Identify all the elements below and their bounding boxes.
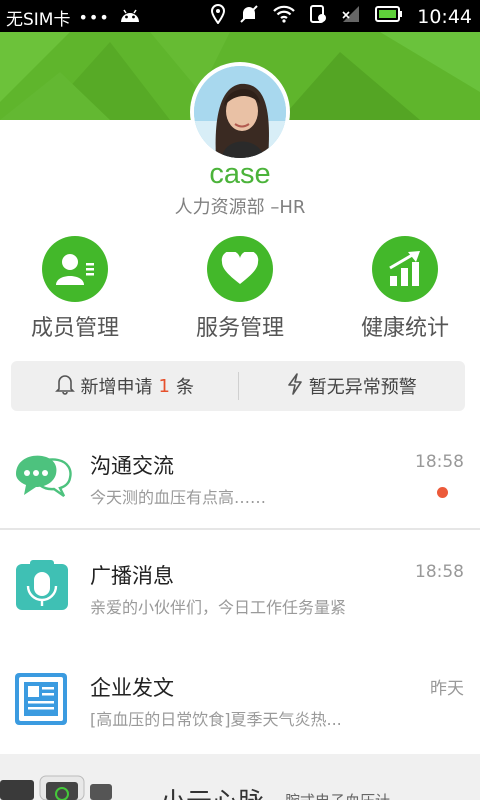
message-time: 18:58	[415, 452, 464, 472]
document-icon	[14, 672, 72, 726]
lightning-icon	[287, 372, 303, 400]
message-preview: 亲爱的小伙伴们，今日工作任务量紧	[90, 598, 347, 617]
notice-bar: 新增申请 1 条 暂无异常预警	[11, 361, 465, 411]
clock: 10:44	[417, 5, 472, 28]
android-icon	[118, 6, 142, 29]
message-time: 昨天	[430, 679, 464, 699]
member-management-button[interactable]: 成员管理	[0, 236, 150, 342]
message-title: 企业发文	[90, 676, 174, 700]
battery-icon	[375, 6, 403, 27]
sim-status-icon	[309, 4, 327, 29]
wifi-icon	[273, 5, 296, 28]
health-statistics-button[interactable]: 健康统计	[330, 236, 480, 342]
message-time: 18:58	[415, 562, 464, 582]
carrier-label: 无SIM卡	[6, 10, 71, 30]
new-request-count: 1	[158, 375, 170, 397]
notification-dots: •••	[78, 8, 110, 27]
message-title: 沟通交流	[90, 454, 174, 478]
chart-up-icon	[372, 236, 438, 302]
profile-name: case	[209, 158, 271, 190]
message-title: 广播消息	[90, 564, 174, 588]
new-request-notice[interactable]: 新增申请 1 条	[11, 373, 238, 400]
warning-text: 暂无异常预警	[308, 377, 417, 398]
health-statistics-label: 健康统计	[360, 316, 449, 341]
warning-notice[interactable]: 暂无异常预警	[239, 372, 466, 400]
banner-title: 小云心脉	[160, 782, 264, 800]
message-item-chat[interactable]: 沟通交流 18:58 今天测的血压有点高……	[0, 420, 480, 530]
location-icon	[211, 3, 226, 29]
member-icon	[42, 236, 108, 302]
status-bar: 无SIM卡 ••• 10:44	[0, 0, 480, 32]
list-divider	[0, 528, 480, 530]
message-preview: 今天测的血压有点高……	[90, 488, 267, 507]
new-request-suffix: 条	[175, 377, 194, 398]
banner-device-image	[0, 754, 120, 800]
new-request-prefix: 新增申请	[80, 377, 153, 398]
profile-department: 人力资源部 –HR	[174, 197, 306, 218]
service-management-label: 服务管理	[195, 316, 284, 341]
unread-dot	[437, 487, 448, 498]
service-management-button[interactable]: 服务管理	[165, 236, 315, 342]
bell-icon	[54, 373, 75, 400]
microphone-icon	[14, 560, 72, 614]
message-item-document[interactable]: 企业发文 昨天 [高血压的日常饮食]夏季天气炎热...	[0, 642, 480, 752]
avatar[interactable]	[190, 62, 290, 162]
banner-subtitle: 腕式电子血压计	[285, 790, 390, 800]
member-management-label: 成员管理	[30, 316, 119, 341]
message-item-broadcast[interactable]: 广播消息 18:58 亲爱的小伙伴们，今日工作任务量紧	[0, 532, 480, 642]
avatar-photo	[194, 66, 286, 158]
heart-icon	[207, 236, 273, 302]
mute-icon	[239, 4, 259, 29]
promo-banner[interactable]: 小云心脉 腕式电子血压计	[0, 754, 480, 800]
signal-icon	[341, 4, 361, 29]
chat-icon	[14, 450, 72, 504]
message-preview: [高血压的日常饮食]夏季天气炎热...	[90, 710, 342, 729]
